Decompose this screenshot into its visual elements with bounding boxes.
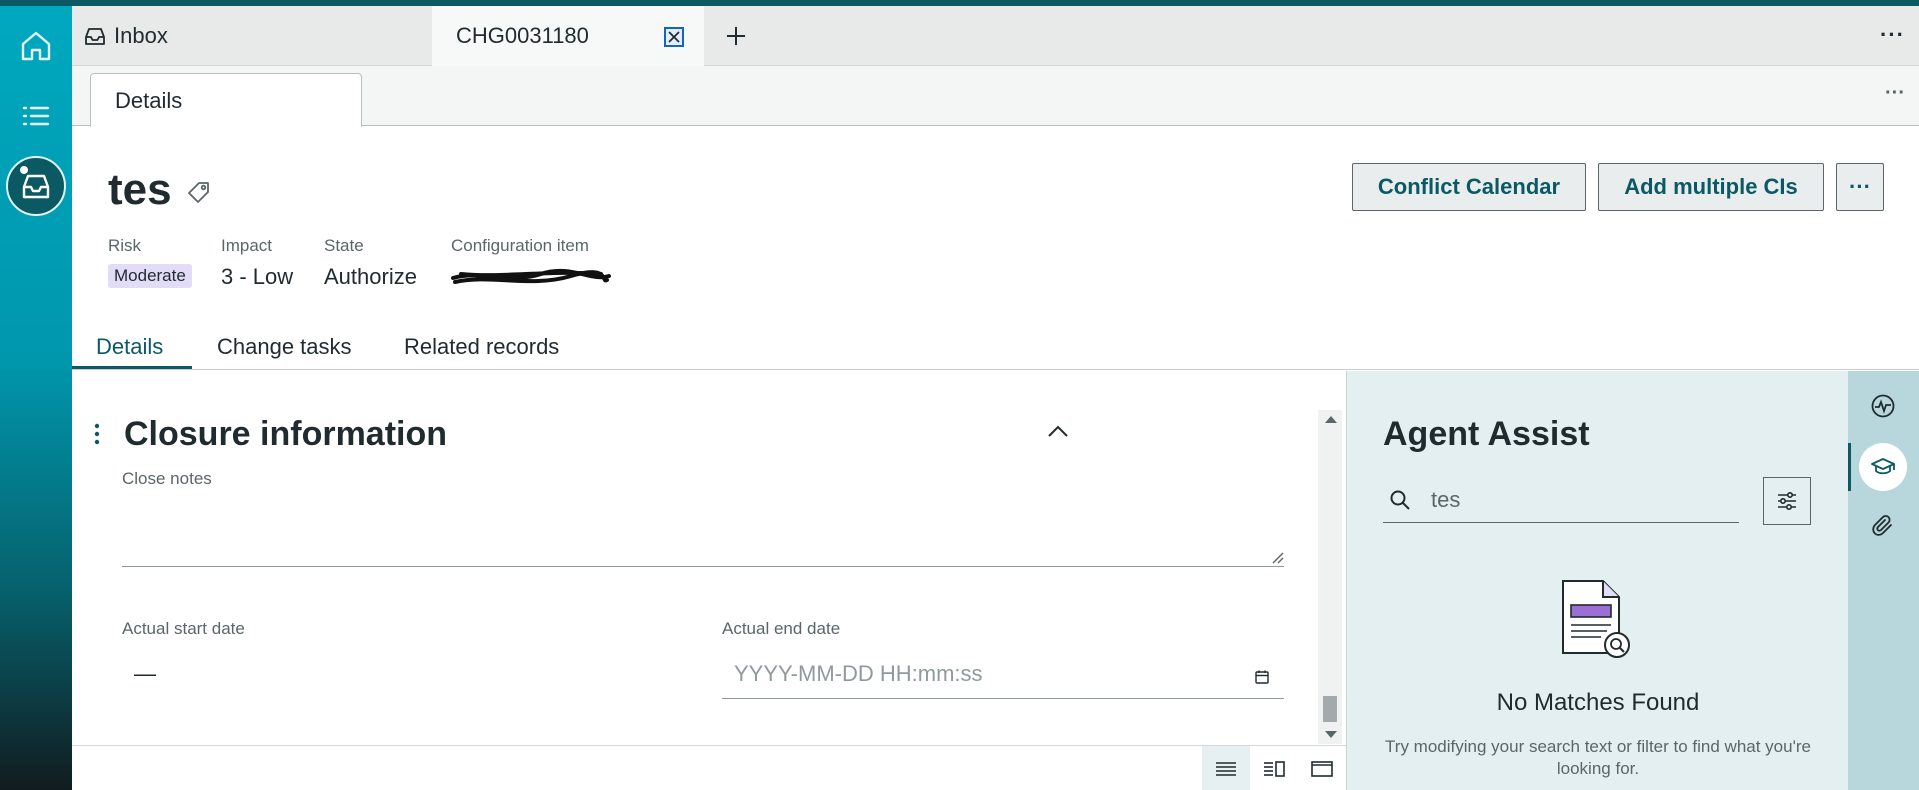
section-drag-handle[interactable] <box>94 423 100 450</box>
no-matches-hint: Try modifying your search text or filter… <box>1385 737 1811 778</box>
agent-assist-button[interactable] <box>1859 443 1907 491</box>
attachments-button[interactable] <box>1866 509 1900 543</box>
left-nav-rail <box>0 6 72 790</box>
activity-button[interactable] <box>1866 389 1900 423</box>
close-notes-textarea[interactable] <box>122 489 1284 567</box>
notification-dot <box>18 164 30 176</box>
subtab-details[interactable]: Details <box>90 73 362 127</box>
record-subtab-row: Details ··· <box>72 66 1919 127</box>
state-field: State Authorize <box>324 236 417 290</box>
scrollbar-thumb[interactable] <box>1323 696 1337 722</box>
lines-view-icon <box>1216 761 1236 776</box>
collapse-section-button[interactable] <box>1046 423 1070 444</box>
list-button[interactable] <box>8 88 64 144</box>
no-results-illustration <box>1557 579 1637 668</box>
tab-related-records[interactable]: Related records <box>404 334 559 360</box>
tab-change-tasks[interactable]: Change tasks <box>217 334 352 360</box>
impact-value: 3 - Low <box>221 264 294 289</box>
risk-badge: Moderate <box>108 264 192 288</box>
tab-strip-more-button[interactable]: ··· <box>1880 22 1905 48</box>
close-notes-label: Close notes <box>122 469 212 488</box>
active-utility-indicator <box>1848 443 1851 491</box>
state-value: Authorize <box>324 264 417 289</box>
closure-information-section: Closure information Close notes Actual s… <box>72 371 1346 745</box>
search-filter-button[interactable] <box>1763 477 1811 525</box>
agent-assist-title: Agent Assist <box>1383 415 1590 453</box>
form-scrollbar[interactable] <box>1318 410 1342 744</box>
panel-view-icon <box>1311 760 1333 777</box>
redacted-value <box>451 264 611 290</box>
search-icon <box>1389 489 1411 516</box>
view-single-column-button[interactable] <box>1202 746 1250 790</box>
split-view-icon <box>1264 760 1285 777</box>
filter-icon <box>1778 491 1796 511</box>
header-more-button[interactable]: ··· <box>1836 163 1884 211</box>
home-button[interactable] <box>8 18 64 74</box>
home-icon <box>21 31 51 61</box>
scroll-down-arrow[interactable] <box>1325 731 1337 738</box>
list-icon <box>22 106 50 126</box>
risk-label: Risk <box>108 236 142 255</box>
configuration-item-label: Configuration item <box>451 236 589 255</box>
risk-field: Risk Moderate <box>108 236 192 288</box>
actual-start-date-value: — <box>134 661 156 686</box>
impact-field: Impact 3 - Low <box>221 236 293 290</box>
tag-icon <box>188 182 209 203</box>
conflict-calendar-button[interactable]: Conflict Calendar <box>1352 163 1586 211</box>
tab-inbox-label: Inbox <box>114 23 168 48</box>
view-split-button[interactable] <box>1250 746 1298 790</box>
actual-start-date-label: Actual start date <box>122 619 245 638</box>
graduation-cap-icon <box>1871 458 1895 475</box>
tab-details[interactable]: Details <box>96 334 163 360</box>
content-tabs: Details Change tasks Related records <box>72 324 1919 370</box>
inbox-icon <box>84 25 106 47</box>
tab-inbox[interactable]: Inbox <box>84 6 168 66</box>
redaction-scribble <box>451 268 611 284</box>
chevron-up-icon <box>1048 425 1068 437</box>
close-tab-button[interactable] <box>664 27 684 47</box>
configuration-item-field: Configuration item <box>451 236 611 290</box>
no-matches-title: No Matches Found <box>1496 689 1700 716</box>
agent-assist-search-input[interactable]: tes <box>1383 477 1739 523</box>
scroll-up-arrow[interactable] <box>1325 416 1337 423</box>
active-tab-indicator <box>72 366 192 369</box>
record-title: tes <box>108 165 172 214</box>
actual-end-date-label: Actual end date <box>722 619 841 638</box>
view-full-button[interactable] <box>1298 746 1346 790</box>
date-placeholder: YYYY-MM-DD HH:mm:ss <box>734 661 983 686</box>
add-multiple-cis-button[interactable]: Add multiple CIs <box>1598 163 1824 211</box>
tab-record-label: CHG0031180 <box>456 23 589 48</box>
resize-handle-icon <box>1272 552 1284 564</box>
inbox-nav-button[interactable] <box>6 156 66 216</box>
vertical-dots-icon <box>94 423 100 445</box>
pulse-icon <box>1871 394 1895 418</box>
form-view-toolbar <box>72 745 1346 790</box>
impact-label: Impact <box>221 236 273 255</box>
close-icon <box>668 31 680 43</box>
agent-assist-panel: Agent Assist tes No Matches Found Try mo… <box>1346 371 1848 790</box>
section-title: Closure information <box>124 415 448 453</box>
subtab-more-button[interactable]: ··· <box>1885 82 1905 105</box>
new-tab-button[interactable] <box>720 20 752 52</box>
app-window: Inbox CHG0031180 ··· Details ··· tes Ris… <box>0 0 1919 790</box>
calendar-button[interactable] <box>1254 665 1270 691</box>
workspace-tab-strip: Inbox CHG0031180 ··· <box>72 6 1919 66</box>
right-utility-rail <box>1848 371 1919 790</box>
document-search-icon <box>1562 580 1630 658</box>
search-value: tes <box>1431 487 1461 512</box>
state-label: State <box>324 236 364 255</box>
plus-icon <box>727 27 745 45</box>
actual-end-date-input[interactable]: YYYY-MM-DD HH:mm:ss <box>722 647 1284 699</box>
paperclip-icon <box>1872 515 1892 536</box>
calendar-icon <box>1255 670 1269 684</box>
tab-change-record[interactable]: CHG0031180 <box>432 6 704 66</box>
tag-button[interactable] <box>186 180 212 211</box>
